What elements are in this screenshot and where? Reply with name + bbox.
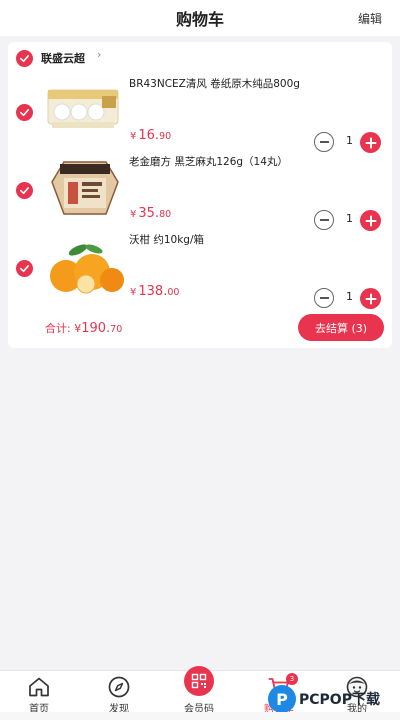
store-name[interactable]: 联盛云超	[41, 50, 85, 66]
quantity-value: 1	[346, 212, 353, 225]
page-title: 购物车	[175, 10, 224, 29]
quantity-stepper: 1	[314, 288, 384, 309]
increase-quantity-button[interactable]	[360, 288, 381, 309]
quantity-value: 1	[346, 290, 353, 303]
product-price: ¥35. 80	[130, 206, 172, 221]
cart-item: 沃柑 约10kg/箱 ¥138. 00 1	[8, 232, 392, 310]
qr-code-icon	[184, 666, 214, 696]
item-select-checkbox[interactable]	[16, 182, 33, 199]
oranges-image[interactable]	[42, 232, 128, 302]
check-icon	[20, 265, 29, 273]
watermark-text: PCPOP下载	[299, 692, 380, 708]
home-indicator	[0, 712, 400, 720]
quantity-value: 1	[346, 134, 353, 147]
store-select-checkbox[interactable]	[16, 50, 33, 67]
item-select-checkbox[interactable]	[16, 104, 33, 121]
product-price: ¥138. 00	[130, 284, 180, 299]
cart-item: 老金磨方 黑芝麻丸126g（14丸） ¥35. 80 1	[8, 154, 392, 232]
watermark-logo: P PCPOP下载	[268, 683, 398, 715]
decrease-quantity-button[interactable]	[314, 132, 334, 152]
total-label: 合计:	[45, 322, 71, 335]
home-icon	[29, 677, 49, 697]
decrease-quantity-button[interactable]	[314, 288, 334, 308]
top-nav-bar: 购物车 编辑	[0, 0, 400, 36]
product-name[interactable]: 沃柑 约10kg/箱	[129, 232, 204, 247]
chevron-right-icon[interactable]: ›	[97, 48, 101, 61]
toilet-paper-pack-image[interactable]	[42, 76, 128, 146]
decrease-quantity-button[interactable]	[314, 210, 334, 230]
quantity-stepper: 1	[314, 210, 384, 231]
increase-quantity-button[interactable]	[360, 210, 381, 231]
plus-icon	[365, 215, 376, 226]
product-name[interactable]: BR43NCEZ清风 卷纸原木纯品800g	[129, 76, 300, 91]
check-icon	[20, 187, 29, 195]
product-name[interactable]: 老金磨方 黑芝麻丸126g（14丸）	[129, 154, 288, 169]
increase-quantity-button[interactable]	[360, 132, 381, 153]
product-price: ¥16. 90	[130, 128, 172, 143]
edit-button[interactable]: 编辑	[358, 10, 382, 27]
total-amount: 190.	[81, 321, 111, 336]
sesame-balls-box-image[interactable]	[42, 154, 128, 224]
check-icon	[20, 109, 29, 117]
watermark-mark: P	[268, 685, 296, 713]
plus-icon	[365, 137, 376, 148]
item-select-checkbox[interactable]	[16, 260, 33, 277]
cart-store-card: 联盛云超 › BR43NCEZ清风 卷纸原木纯品800g ¥16. 90 1 老…	[8, 42, 392, 348]
cart-item: BR43NCEZ清风 卷纸原木纯品800g ¥16. 90 1	[8, 76, 392, 154]
cart-total: 合计: ¥190.70	[45, 321, 123, 336]
plus-icon	[365, 293, 376, 304]
compass-icon	[108, 676, 130, 698]
check-icon	[20, 55, 29, 63]
checkout-button[interactable]: 去结算 (3)	[298, 314, 384, 341]
quantity-stepper: 1	[314, 132, 384, 153]
